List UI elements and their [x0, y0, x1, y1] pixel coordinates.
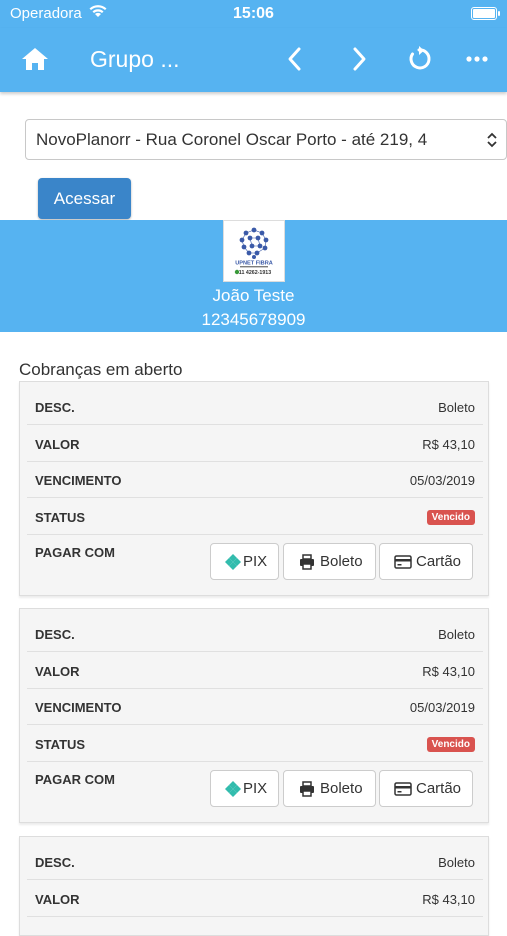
- card-label: Cartão: [416, 553, 462, 570]
- section-title: Cobranças em aberto: [19, 360, 183, 379]
- value-valor: R$ 43,10: [422, 891, 475, 907]
- pay-boleto-button[interactable]: Boleto: [283, 770, 376, 807]
- label-status: STATUS: [35, 736, 86, 752]
- reload-icon[interactable]: [406, 46, 432, 72]
- value-desc: Boleto: [438, 855, 475, 870]
- status-badge: Vencido: [426, 509, 475, 525]
- profile-banner: UPNET FIBRA 11 4262-1913 João Teste 1234…: [0, 220, 507, 332]
- back-icon[interactable]: [286, 46, 304, 72]
- label-vencimento: VENCIMENTO: [35, 473, 122, 488]
- customer-document: 12345678909: [201, 310, 306, 329]
- row-status: STATUS Vencido: [27, 726, 483, 762]
- home-icon[interactable]: [20, 46, 50, 72]
- pix-label: PIX: [243, 780, 268, 797]
- forward-icon[interactable]: [350, 46, 368, 72]
- value-valor: R$ 43,10: [422, 436, 475, 452]
- location-select-value: NovoPlanorr - Rua Coronel Oscar Porto - …: [36, 130, 428, 149]
- row-vencimento: VENCIMENTO 05/03/2019: [27, 462, 483, 498]
- label-valor: VALOR: [35, 891, 80, 907]
- value-vencimento: 05/03/2019: [409, 700, 475, 715]
- charge-card: DESC. Boleto VALOR R$ 43,10 VENCIMENTO 05/03/…: [19, 381, 489, 596]
- logo-phone-text: 11 4262-1913: [239, 270, 271, 276]
- label-desc: DESC.: [35, 627, 75, 642]
- label-pagar: PAGAR COM: [35, 545, 115, 560]
- row-pagar: PAGAR COM PIX Boleto Cartão: [27, 762, 483, 818]
- row-desc: DESC. Boleto: [27, 844, 483, 880]
- page-title: Grupo ...: [90, 46, 180, 72]
- more-icon[interactable]: [466, 56, 488, 62]
- row-desc: DESC. Boleto: [27, 616, 483, 652]
- status-badge: Vencido: [426, 736, 475, 752]
- select-arrows-icon: [487, 132, 497, 148]
- row-status: STATUS Vencido: [27, 499, 483, 535]
- pay-boleto-button[interactable]: Boleto: [283, 543, 376, 580]
- value-vencimento: 05/03/2019: [409, 473, 475, 488]
- label-valor: VALOR: [35, 436, 80, 452]
- row-vencimento: VENCIMENTO 05/03/2019: [27, 689, 483, 725]
- label-desc: DESC.: [35, 855, 75, 870]
- battery-icon: [471, 7, 500, 20]
- value-valor: R$ 43,10: [422, 663, 475, 679]
- pix-icon: [225, 781, 241, 797]
- charge-card: DESC. Boleto VALOR R$ 43,10 VENCIMENTO 05/03/…: [19, 608, 489, 823]
- company-logo: UPNET FIBRA 11 4262-1913: [223, 220, 285, 282]
- row-pagar: PAGAR COM PIX Boleto Cartão: [27, 535, 483, 591]
- printer-icon: [300, 781, 314, 797]
- nav-bar: Grupo ...: [0, 28, 507, 92]
- credit-card-icon: [394, 782, 412, 796]
- pay-pix-button[interactable]: PIX: [210, 543, 279, 580]
- boleto-label: Boleto: [320, 553, 363, 570]
- row-desc: DESC. Boleto: [27, 389, 483, 425]
- label-vencimento: VENCIMENTO: [35, 700, 122, 715]
- label-valor: VALOR: [35, 663, 80, 679]
- pay-card-button[interactable]: Cartão: [379, 770, 473, 807]
- value-desc: Boleto: [438, 627, 475, 642]
- row-valor: VALOR R$ 43,10: [27, 881, 483, 917]
- access-button[interactable]: Acessar: [38, 178, 131, 219]
- pay-pix-button[interactable]: PIX: [210, 770, 279, 807]
- logo-brand-text: UPNET FIBRA: [235, 261, 273, 267]
- pix-icon: [225, 554, 241, 570]
- customer-name: João Teste: [212, 286, 295, 305]
- row-valor: VALOR R$ 43,10: [27, 653, 483, 689]
- printer-icon: [300, 554, 314, 570]
- clock: 15:06: [233, 5, 274, 22]
- label-pagar: PAGAR COM: [35, 772, 115, 787]
- boleto-label: Boleto: [320, 780, 363, 797]
- globe-logo-icon: UPNET FIBRA 11 4262-1913: [234, 227, 273, 276]
- status-bar: Operadora 15:06: [0, 0, 507, 28]
- pay-card-button[interactable]: Cartão: [379, 543, 473, 580]
- label-status: STATUS: [35, 509, 86, 525]
- label-desc: DESC.: [35, 400, 75, 415]
- value-desc: Boleto: [438, 400, 475, 415]
- pix-label: PIX: [243, 553, 268, 570]
- location-select[interactable]: NovoPlanorr - Rua Coronel Oscar Porto - …: [25, 119, 507, 160]
- row-valor: VALOR R$ 43,10: [27, 426, 483, 462]
- charge-card: DESC. Boleto VALOR R$ 43,10: [19, 836, 489, 936]
- card-label: Cartão: [416, 780, 462, 797]
- credit-card-icon: [394, 555, 412, 569]
